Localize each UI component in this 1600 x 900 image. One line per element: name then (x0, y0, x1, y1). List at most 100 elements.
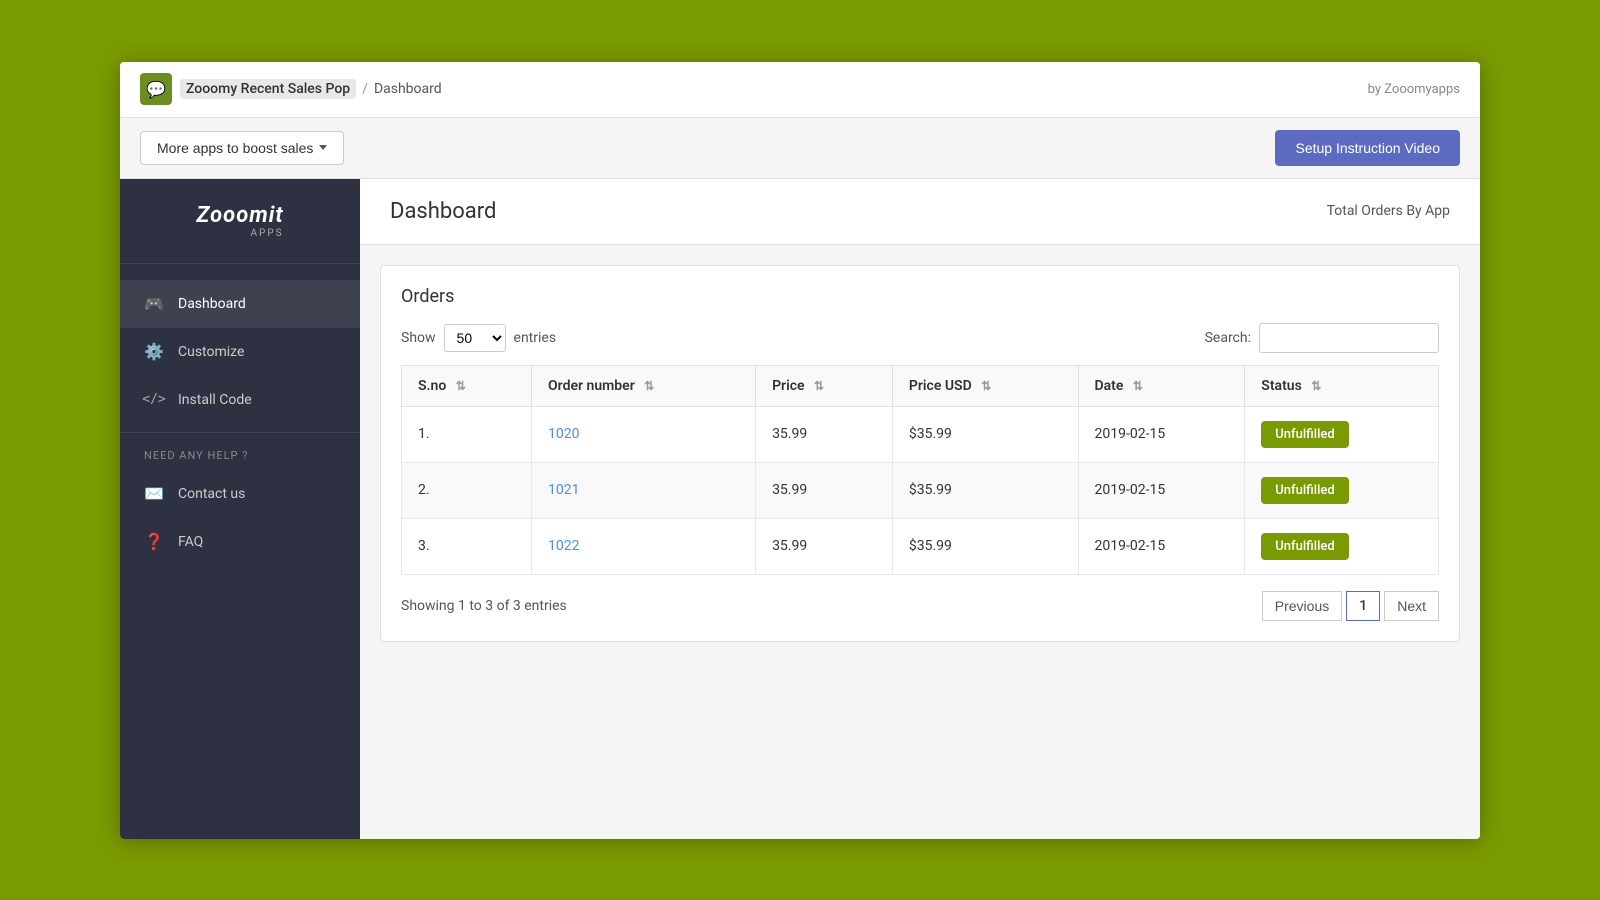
col-header-price[interactable]: Price ⇅ (756, 365, 893, 406)
cell-price: 35.99 (756, 518, 893, 574)
cell-sno: 2. (402, 462, 532, 518)
chevron-down-icon (319, 145, 327, 150)
sidebar-item-label-customize: Customize (178, 344, 244, 360)
col-header-order-number[interactable]: Order number ⇅ (532, 365, 756, 406)
col-header-price-usd[interactable]: Price USD ⇅ (892, 365, 1078, 406)
search-label: Search: (1205, 330, 1251, 346)
cell-date: 2019-02-15 (1078, 518, 1245, 574)
pagination: Previous 1 Next (1262, 591, 1439, 621)
help-section-label: NEED ANY HELP ? (120, 432, 360, 470)
orders-section: Orders Show 50 10 25 100 entries Search (380, 265, 1460, 642)
dashboard-header: Dashboard Total Orders By App (360, 179, 1480, 245)
orders-table: S.no ⇅ Order number ⇅ Price ⇅ (401, 365, 1439, 575)
cell-sno: 1. (402, 406, 532, 462)
sort-icon-status: ⇅ (1311, 379, 1321, 393)
sort-icon-order-number: ⇅ (644, 379, 654, 393)
show-label: Show (401, 330, 436, 346)
sidebar-item-install-code[interactable]: </> Install Code (120, 376, 360, 424)
logo-sub: APPS (196, 228, 283, 239)
order-link[interactable]: 1020 (548, 426, 579, 442)
sidebar-item-label-faq: FAQ (178, 534, 203, 550)
cell-price: 35.99 (756, 406, 893, 462)
dashboard-icon: 🎮 (144, 294, 164, 314)
table-body: 1. 1020 35.99 $35.99 2019-02-15 Unfulfil… (402, 406, 1439, 574)
cell-price-usd: $35.99 (892, 462, 1078, 518)
by-label: by Zooomyapps (1368, 82, 1460, 97)
logo-text: Zooomit (196, 203, 283, 228)
breadcrumb-separator: / (362, 81, 368, 97)
sub-header: More apps to boost sales Setup Instructi… (120, 118, 1480, 179)
entries-label: entries (514, 330, 557, 346)
order-link[interactable]: 1021 (548, 482, 579, 498)
current-page[interactable]: 1 (1346, 591, 1380, 621)
top-bar: 💬 Zooomy Recent Sales Pop / Dashboard by… (120, 62, 1480, 118)
sidebar-item-contact-us[interactable]: ✉️ Contact us (120, 470, 360, 518)
sidebar-item-label-install-code: Install Code (178, 392, 252, 408)
status-badge: Unfulfilled (1261, 421, 1348, 448)
next-button[interactable]: Next (1384, 591, 1439, 621)
table-row: 2. 1021 35.99 $35.99 2019-02-15 Unfulfil… (402, 462, 1439, 518)
more-apps-label: More apps to boost sales (157, 140, 313, 156)
show-entries-control: Show 50 10 25 100 entries (401, 324, 556, 352)
sidebar-item-label-dashboard: Dashboard (178, 296, 246, 312)
app-icon: 💬 (140, 73, 172, 105)
more-apps-button[interactable]: More apps to boost sales (140, 131, 344, 165)
cell-order-number: 1022 (532, 518, 756, 574)
sort-icon-price-usd: ⇅ (981, 379, 991, 393)
status-badge: Unfulfilled (1261, 533, 1348, 560)
cell-date: 2019-02-15 (1078, 406, 1245, 462)
sidebar-item-label-contact-us: Contact us (178, 486, 245, 502)
entries-info: Showing 1 to 3 of 3 entries (401, 598, 567, 614)
sidebar-nav: 🎮 Dashboard ⚙️ Customize </> Install Cod… (120, 264, 360, 839)
cell-order-number: 1021 (532, 462, 756, 518)
sidebar-item-faq[interactable]: ❓ FAQ (120, 518, 360, 566)
table-header: S.no ⇅ Order number ⇅ Price ⇅ (402, 365, 1439, 406)
cell-status: Unfulfilled (1245, 518, 1439, 574)
status-badge: Unfulfilled (1261, 477, 1348, 504)
entries-select[interactable]: 50 10 25 100 (444, 324, 506, 352)
top-bar-left: 💬 Zooomy Recent Sales Pop / Dashboard (140, 73, 442, 105)
cell-date: 2019-02-15 (1078, 462, 1245, 518)
cell-status: Unfulfilled (1245, 462, 1439, 518)
sidebar: Zooomit APPS 🎮 Dashboard ⚙️ Customize </… (120, 179, 360, 839)
page-title: Dashboard (390, 199, 496, 224)
cell-price-usd: $35.99 (892, 518, 1078, 574)
col-header-date[interactable]: Date ⇅ (1078, 365, 1245, 406)
col-header-status[interactable]: Status ⇅ (1245, 365, 1439, 406)
sidebar-item-dashboard[interactable]: 🎮 Dashboard (120, 280, 360, 328)
cell-status: Unfulfilled (1245, 406, 1439, 462)
table-controls: Show 50 10 25 100 entries Search: (401, 323, 1439, 353)
table-footer: Showing 1 to 3 of 3 entries Previous 1 N… (401, 591, 1439, 621)
sort-icon-sno: ⇅ (456, 379, 466, 393)
search-container: Search: (1205, 323, 1439, 353)
gear-icon: ⚙️ (144, 342, 164, 362)
breadcrumb-page-name: Dashboard (374, 81, 442, 97)
cell-order-number: 1020 (532, 406, 756, 462)
sidebar-item-customize[interactable]: ⚙️ Customize (120, 328, 360, 376)
cell-sno: 3. (402, 518, 532, 574)
setup-instruction-button[interactable]: Setup Instruction Video (1275, 130, 1460, 166)
table-row: 3. 1022 35.99 $35.99 2019-02-15 Unfulfil… (402, 518, 1439, 574)
cell-price-usd: $35.99 (892, 406, 1078, 462)
previous-button[interactable]: Previous (1262, 591, 1342, 621)
cell-price: 35.99 (756, 462, 893, 518)
orders-title: Orders (401, 286, 1439, 307)
main-layout: Zooomit APPS 🎮 Dashboard ⚙️ Customize </… (120, 179, 1480, 839)
code-icon: </> (144, 390, 164, 410)
breadcrumb: Zooomy Recent Sales Pop / Dashboard (180, 79, 442, 99)
mail-icon: ✉️ (144, 484, 164, 504)
logo-wrapper: Zooomit APPS (196, 203, 283, 239)
search-input[interactable] (1259, 323, 1439, 353)
total-orders-label: Total Orders By App (1327, 203, 1450, 219)
order-link[interactable]: 1022 (548, 538, 579, 554)
sort-icon-date: ⇅ (1133, 379, 1143, 393)
sidebar-logo: Zooomit APPS (120, 179, 360, 264)
app-container: 💬 Zooomy Recent Sales Pop / Dashboard by… (120, 62, 1480, 839)
app-icon-symbol: 💬 (146, 80, 166, 99)
col-header-sno[interactable]: S.no ⇅ (402, 365, 532, 406)
question-icon: ❓ (144, 532, 164, 552)
content-area: Dashboard Total Orders By App Orders Sho… (360, 179, 1480, 839)
table-row: 1. 1020 35.99 $35.99 2019-02-15 Unfulfil… (402, 406, 1439, 462)
breadcrumb-app-name[interactable]: Zooomy Recent Sales Pop (180, 79, 356, 99)
sort-icon-price: ⇅ (814, 379, 824, 393)
